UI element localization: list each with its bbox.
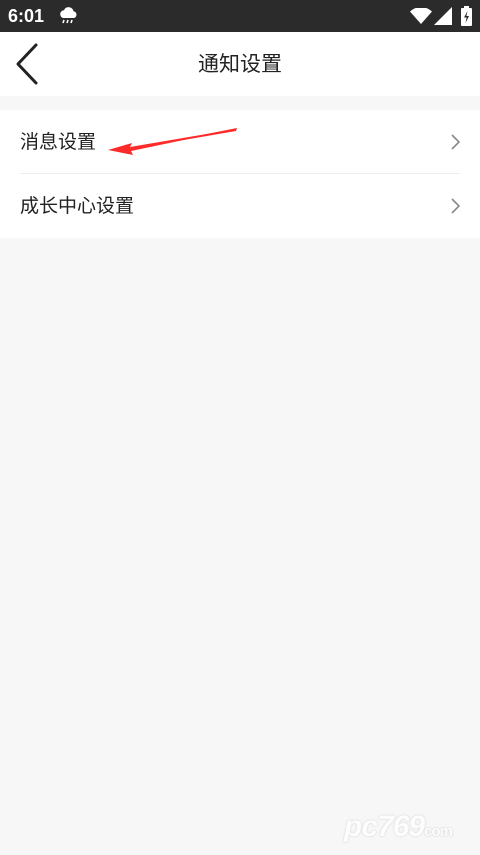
chevron-right-icon xyxy=(451,198,461,218)
growth-center-settings-label: 成长中心设置 xyxy=(20,195,135,217)
watermark-suffix: com xyxy=(424,823,453,840)
watermark: pc769com xyxy=(344,810,453,844)
page-title: 通知设置 xyxy=(198,52,282,76)
message-settings-row[interactable]: 消息设置 xyxy=(0,110,480,174)
wifi-icon xyxy=(410,7,432,28)
growth-center-settings-row[interactable]: 成长中心设置 xyxy=(0,174,480,238)
status-time: 6:01 xyxy=(8,6,45,26)
message-settings-label: 消息设置 xyxy=(20,131,97,153)
signal-icon xyxy=(434,7,452,29)
battery-icon xyxy=(461,6,472,30)
chevron-right-icon xyxy=(451,134,461,154)
status-bar: 6:01 xyxy=(0,0,480,32)
watermark-text: pc769 xyxy=(344,810,425,843)
chevron-left-icon xyxy=(16,43,38,85)
weather-icon xyxy=(58,6,80,30)
header-bar: 通知设置 xyxy=(0,32,480,96)
settings-list: 消息设置 成长中心设置 xyxy=(0,110,480,238)
back-button[interactable] xyxy=(10,42,46,86)
